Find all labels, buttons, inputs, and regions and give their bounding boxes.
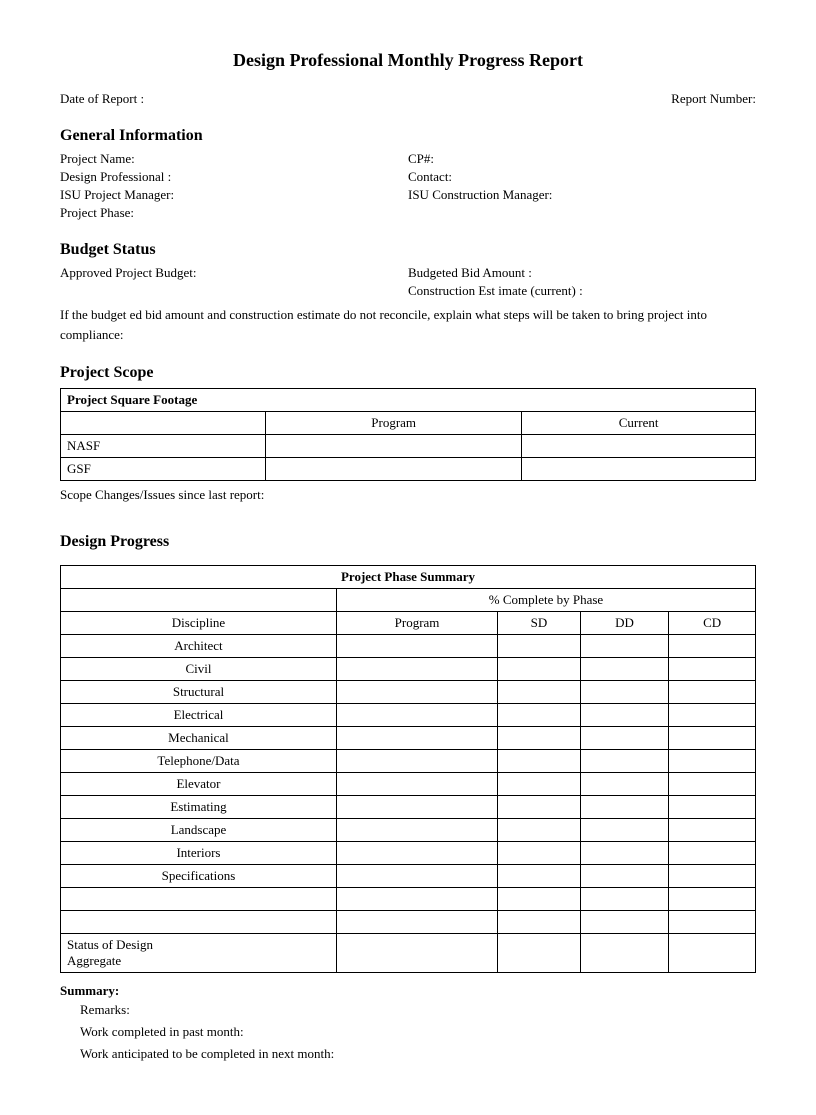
dd-col-header: DD	[580, 612, 669, 635]
table-row: Civil	[61, 658, 756, 681]
budget-status-section: Budget Status Approved Project Budget: B…	[60, 241, 756, 344]
table-row: Landscape	[61, 819, 756, 842]
general-info-grid: Project Name: CP#: Design Professional :…	[60, 151, 756, 221]
isu-project-manager-label: ISU Project Manager:	[60, 187, 408, 203]
sd-col-header: SD	[498, 612, 581, 635]
table-row-empty-1	[61, 888, 756, 911]
budget-status-title: Budget Status	[60, 241, 756, 259]
work-completed-line: Work completed in past month:	[80, 1021, 756, 1043]
scope-table-header: Project Square Footage	[61, 389, 756, 412]
date-of-report-label: Date of Report :	[60, 91, 144, 107]
contact-label: Contact:	[408, 169, 756, 185]
design-progress-section: Design Progress Project Phase Summary % …	[60, 533, 756, 1065]
project-scope-title: Project Scope	[60, 364, 756, 382]
approved-budget-label: Approved Project Budget:	[60, 265, 408, 281]
isu-construction-manager-label: ISU Construction Manager:	[408, 187, 756, 203]
status-of-design-row: Status of DesignAggregate	[61, 934, 756, 973]
cp-label: CP#:	[408, 151, 756, 167]
table-row-empty-2	[61, 911, 756, 934]
nasf-current-value	[522, 435, 756, 458]
page-title: Design Professional Monthly Progress Rep…	[60, 50, 756, 71]
scope-changes-label: Scope Changes/Issues since last report:	[60, 487, 756, 503]
design-professional-label: Design Professional :	[60, 169, 408, 185]
percent-complete-header: % Complete by Phase	[336, 589, 755, 612]
design-progress-title: Design Progress	[60, 533, 756, 551]
summary-label: Summary:	[60, 983, 756, 999]
phase-table: Project Phase Summary % Complete by Phas…	[60, 565, 756, 973]
table-row: Estimating	[61, 796, 756, 819]
scope-current-header: Current	[522, 412, 756, 435]
project-name-label: Project Name:	[60, 151, 408, 167]
discipline-col-header: Discipline	[61, 612, 337, 635]
nasf-label: NASF	[61, 435, 266, 458]
phase-table-main-header: Project Phase Summary	[61, 566, 756, 589]
table-row: Specifications	[61, 865, 756, 888]
report-number-label: Report Number:	[671, 91, 756, 107]
program-col-header: Program	[336, 612, 497, 635]
table-row: Mechanical	[61, 727, 756, 750]
gsf-label: GSF	[61, 458, 266, 481]
budgeted-bid-label: Budgeted Bid Amount :	[408, 265, 756, 281]
remarks-line: Remarks:	[80, 999, 756, 1021]
project-scope-section: Project Scope Project Square Footage Pro…	[60, 364, 756, 503]
scope-program-header: Program	[266, 412, 522, 435]
table-row: Interiors	[61, 842, 756, 865]
summary-section: Summary: Remarks: Work completed in past…	[60, 983, 756, 1065]
nasf-program-value	[266, 435, 522, 458]
table-row: Structural	[61, 681, 756, 704]
general-info-title: General Information	[60, 127, 756, 145]
construction-estimate-label: Construction Est imate (current) :	[408, 283, 756, 299]
work-anticipated-line: Work anticipated to be completed in next…	[80, 1043, 756, 1065]
table-row: Electrical	[61, 704, 756, 727]
project-phase-label: Project Phase:	[60, 205, 408, 221]
scope-table: Project Square Footage Program Current N…	[60, 388, 756, 481]
table-row: Elevator	[61, 773, 756, 796]
table-row: Architect	[61, 635, 756, 658]
budget-note: If the budget ed bid amount and construc…	[60, 305, 756, 344]
general-information-section: General Information Project Name: CP#: D…	[60, 127, 756, 221]
gsf-current-value	[522, 458, 756, 481]
table-row: Telephone/Data	[61, 750, 756, 773]
budget-grid: Approved Project Budget: Budgeted Bid Am…	[60, 265, 756, 299]
report-header: Date of Report : Report Number:	[60, 91, 756, 107]
cd-col-header: CD	[669, 612, 756, 635]
gsf-program-value	[266, 458, 522, 481]
